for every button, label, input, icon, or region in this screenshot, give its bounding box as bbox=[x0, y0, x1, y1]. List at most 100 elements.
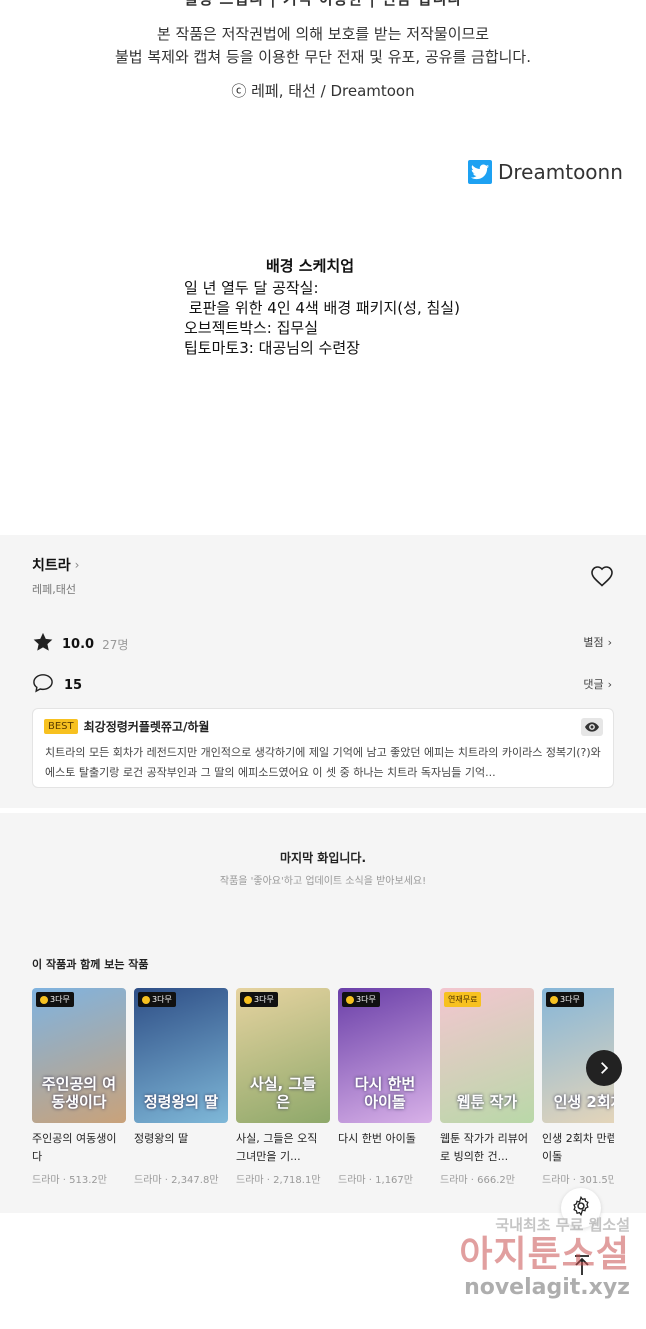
card-title: 다시 한번 아이돌 bbox=[338, 1132, 416, 1145]
best-comment-card[interactable]: BEST 최강정령커플렛쮸고/하월 치트라의 모든 회차가 레전드지만 개인적으… bbox=[32, 708, 614, 788]
twitter-credit: Dreamtoonn bbox=[468, 160, 623, 184]
comic-end-page: 열정 드립니 | 기억 이상한 | 인맘 합니다 본 작품은 저작권법에 의해 … bbox=[0, 0, 646, 535]
free-tag: 3다무 bbox=[342, 992, 380, 1007]
cover-title-art: 사실, 그들은 bbox=[249, 1075, 317, 1111]
card-views: 2,718.1만 bbox=[273, 1175, 321, 1186]
work-info-section: 치트라 › 레페,태선 10.0 27명 별점 › 15 댓글 › BEST 최… bbox=[0, 535, 646, 808]
card-title: 정령왕의 딸 bbox=[134, 1132, 189, 1145]
star-icon bbox=[32, 631, 54, 657]
cover-thumbnail: 연재무료웹툰 작가 bbox=[440, 988, 534, 1123]
clock-icon bbox=[346, 995, 354, 1004]
free-tag-label: 3다무 bbox=[152, 995, 172, 1004]
site-watermark: 국내최초 무료 웹소설 아지툰소설 novelagit.xyz bbox=[440, 1214, 630, 1300]
card-views: 513.2만 bbox=[69, 1175, 107, 1186]
free-tag: 연재무료 bbox=[444, 992, 482, 1007]
recommendation-card[interactable]: 3다무사실, 그들은사실, 그들은 오직 그녀만을 기... 드라마 · 2,71… bbox=[236, 988, 330, 1186]
card-title: 인생 2회차 만렙 아이돌 bbox=[542, 1132, 614, 1163]
copyright-notice-line1: 본 작품은 저작권법에 의해 보호를 받는 저작물이므로 bbox=[156, 25, 490, 43]
eye-icon[interactable] bbox=[581, 718, 603, 736]
free-tag: 3다무 bbox=[36, 992, 74, 1007]
background-credit-line: 팁토마토3: 대공님의 수련장 bbox=[184, 339, 360, 357]
comment-link[interactable]: 댓글 › bbox=[583, 676, 612, 692]
card-meta: 드라마 · 513.2만 bbox=[32, 1175, 107, 1186]
card-genre: 드라마 bbox=[236, 1175, 264, 1186]
cover-title-art: 다시 한번 아이돌 bbox=[354, 1075, 416, 1111]
free-tag-label: 3다무 bbox=[356, 995, 376, 1004]
twitter-icon bbox=[468, 160, 492, 184]
comment-count: 15 bbox=[64, 677, 83, 693]
recommendation-card[interactable]: 연재무료웹툰 작가웹툰 작가가 리뷰어로 빙의한 건... 드라마 · 666.2… bbox=[440, 988, 534, 1186]
cover-thumbnail: 3다무주인공의 여동생이다 bbox=[32, 988, 126, 1123]
clock-icon bbox=[40, 995, 48, 1004]
best-comment-header: BEST 최강정령커플렛쮸고/하월 bbox=[44, 718, 209, 735]
twitter-handle: Dreamtoonn bbox=[498, 160, 623, 184]
cover-title-art: 웹툰 작가 bbox=[456, 1093, 518, 1111]
watermark-line1: 국내최초 무료 웹소설 bbox=[495, 1216, 630, 1234]
recommendation-card[interactable]: 3다무 다시 한번 아이돌 다시 한번 아이돌 드라마 · 1,167만 bbox=[338, 988, 432, 1186]
cover-thumbnail: 3다무정령왕의 딸 bbox=[134, 988, 228, 1123]
card-meta: 드라마 · 2,347.8만 bbox=[134, 1175, 219, 1186]
free-tag: 3다무 bbox=[546, 992, 584, 1007]
cover-thumbnail: 3다무다시 한번 아이돌 bbox=[338, 988, 432, 1123]
best-comment-text: 치트라의 모든 회차가 레전드지만 개인적으로 생각하기에 제일 기억에 남고 … bbox=[45, 746, 601, 779]
recommendation-card[interactable]: 3다무 정령왕의 딸 정령왕의 딸 드라마 · 2,347.8만 bbox=[134, 988, 228, 1186]
free-tag: 3다무 bbox=[138, 992, 176, 1007]
cover-title-art: 주인공의 여동생이다 bbox=[41, 1075, 117, 1111]
copyright-credit: ⓒ 레페, 태선 / Dreamtoon bbox=[231, 82, 415, 100]
rating-score: 10.0 bbox=[62, 636, 95, 652]
recommendation-section: 이 작품과 함께 보는 작품 3다무 주인공의 여동생이다 주인공의 여동생이다 드라… bbox=[0, 920, 646, 1213]
best-badge: BEST bbox=[44, 719, 78, 734]
chevron-right-icon: › bbox=[74, 558, 80, 572]
recommendation-list: 3다무 주인공의 여동생이다 주인공의 여동생이다 드라마 · 513.2만 3다무 정령… bbox=[32, 988, 614, 1198]
background-credits-title: 배경 스케치업 bbox=[265, 257, 355, 275]
card-views: 666.2만 bbox=[477, 1175, 515, 1186]
card-views: 1,167만 bbox=[375, 1175, 413, 1186]
recommendation-card[interactable]: 3다무인생 2회차인생 2회차 만렙 아이돌드라마 · 301.5만 bbox=[542, 988, 614, 1186]
recommendation-heading: 이 작품과 함께 보는 작품 bbox=[32, 958, 149, 971]
free-tag-label: 연재무료 bbox=[448, 995, 478, 1004]
comment-summary: 15 bbox=[32, 673, 82, 697]
work-title-link[interactable]: 치트라 › bbox=[32, 555, 79, 575]
background-credit-line: 일 년 열두 달 공작실: bbox=[184, 279, 319, 297]
copyright-notice-line2: 불법 복제와 캡쳐 등을 이용한 무단 전재 및 유포, 공유를 금합니다. bbox=[114, 48, 532, 66]
card-genre: 드라마 bbox=[440, 1175, 468, 1186]
work-authors: 레페,태선 bbox=[32, 583, 76, 596]
card-genre: 드라마 bbox=[338, 1175, 366, 1186]
card-genre: 드라마 bbox=[134, 1175, 162, 1186]
card-title: 주인공의 여동생이다 bbox=[32, 1132, 117, 1163]
card-genre: 드라마 bbox=[32, 1175, 60, 1186]
chevron-right-icon: › bbox=[607, 677, 612, 691]
card-title: 웹툰 작가가 리뷰어로 빙의한 건... bbox=[440, 1132, 528, 1163]
clock-icon bbox=[142, 995, 150, 1004]
recommendation-card[interactable]: 3다무 주인공의 여동생이다 주인공의 여동생이다 드라마 · 513.2만 bbox=[32, 988, 126, 1186]
cut-off-text: 열정 드립니 | 기억 이상한 | 인맘 합니다 bbox=[0, 0, 646, 9]
watermark-line3: novelagit.xyz bbox=[464, 1275, 630, 1300]
clock-icon bbox=[244, 995, 252, 1004]
chevron-right-icon: › bbox=[607, 635, 612, 649]
card-meta: 드라마 · 1,167만 bbox=[338, 1175, 413, 1186]
cover-thumbnail: 3다무사실, 그들은 bbox=[236, 988, 330, 1123]
card-meta: 드라마 · 301.5만 bbox=[542, 1171, 614, 1186]
next-arrow-button[interactable] bbox=[586, 1050, 622, 1086]
free-tag-label: 3다무 bbox=[254, 995, 274, 1004]
cover-title-art: 인생 2회차 bbox=[553, 1093, 614, 1111]
background-credit-line: 오브젝트박스: 집무실 bbox=[184, 319, 319, 337]
rating-summary: 10.0 27명 bbox=[32, 631, 128, 657]
work-title: 치트라 bbox=[32, 558, 71, 574]
background-credits: 배경 스케치업 일 년 열두 달 공작실: 로판을 위한 4인 4색 배경 패키… bbox=[184, 256, 460, 358]
free-tag-label: 3다무 bbox=[560, 995, 580, 1004]
watermark-line2: 아지툰소설 bbox=[459, 1234, 630, 1275]
clock-icon bbox=[550, 995, 558, 1004]
rating-link[interactable]: 별점 › bbox=[583, 634, 612, 650]
card-views: 2,347.8만 bbox=[171, 1175, 219, 1186]
last-episode-title: 마지막 화입니다. bbox=[279, 851, 367, 865]
card-meta: 드라마 · 2,718.1만 bbox=[236, 1175, 321, 1186]
rating-link-label: 별점 bbox=[583, 636, 604, 649]
card-title: 사실, 그들은 오직 그녀만을 기... bbox=[236, 1132, 318, 1163]
best-comment-user: 최강정령커플렛쮸고/하월 bbox=[83, 720, 210, 734]
free-tag-label: 3다무 bbox=[50, 995, 70, 1004]
heart-icon[interactable] bbox=[590, 565, 614, 589]
cover-title-art: 정령왕의 딸 bbox=[143, 1093, 219, 1111]
free-tag: 3다무 bbox=[240, 992, 278, 1007]
card-meta: 드라마 · 666.2만 bbox=[440, 1175, 515, 1186]
